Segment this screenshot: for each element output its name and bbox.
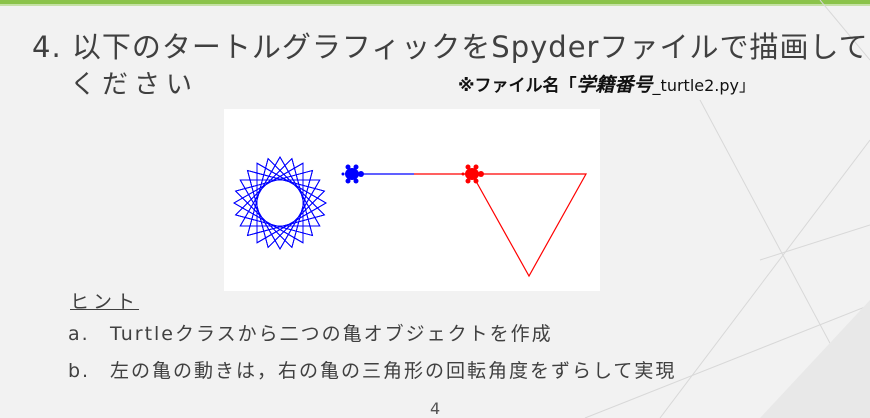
star-triangle [233,162,304,244]
star-triangle [239,156,321,227]
hint-text: 左の亀の動きは，右の亀の三角形の回転角度をずらして実現 [110,360,677,382]
star-triangle [239,156,321,227]
star-triangle [239,179,321,250]
star-triangle [256,162,327,244]
star-triangle [233,162,304,244]
star-triangle [239,179,321,250]
hint-item-b: b. 左の亀の動きは，右の亀の三角形の回転角度をずらして実現 [68,356,676,383]
file-name-note: ※ファイル名「学籍番号_turtle2.py」 [458,70,755,97]
slide-title-continuation: ください [70,70,199,100]
turtle-drawing [233,156,588,278]
hint-heading: ヒント [70,291,140,313]
blue-turtle-icon [341,164,364,184]
hint-marker: a. [68,323,90,345]
star-triangle [239,156,321,227]
file-note-name: 学籍番号 [576,74,653,96]
hint-item-a: a. Turtleクラスから二つの亀オブジェクトを作成 [68,319,553,346]
hint-text: Turtleクラスから二つの亀オブジェクトを作成 [110,323,553,345]
star-triangle [256,162,327,244]
page-number: 4 [430,399,441,418]
star-triangle [239,179,321,250]
red-triangle [471,173,588,278]
hint-marker: b. [68,360,91,382]
file-note-prefix: ※ファイル名「 [458,76,577,96]
star-triangle [256,162,327,244]
blue-star-pattern [233,156,327,250]
slide-title: 4. 以下のタートルグラフィックをSpyderファイルで描画して [32,30,869,64]
star-triangle [233,162,304,244]
turtle-graphics-figure [224,109,600,291]
file-note-suffix: _turtle2.py」 [652,76,755,95]
